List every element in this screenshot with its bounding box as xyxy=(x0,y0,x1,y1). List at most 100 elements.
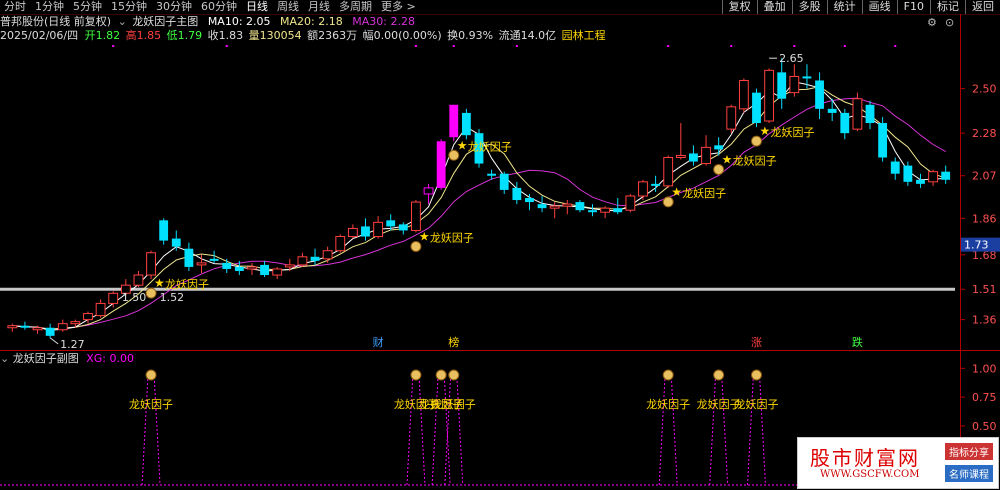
main-indicator-name[interactable]: 龙妖因子主图 xyxy=(132,15,198,28)
tab-period-8[interactable]: 月线 xyxy=(304,0,335,13)
ma10-label: MA10: 2.05 xyxy=(207,15,271,28)
quote-turnover: 换0.93% xyxy=(447,29,494,42)
candle-body xyxy=(903,165,913,182)
sub-signal-label: 龙妖因子 xyxy=(432,397,476,411)
tab-period-2[interactable]: 5分钟 xyxy=(69,0,107,13)
tab-period-4[interactable]: 30分钟 xyxy=(152,0,197,13)
tab-period-9[interactable]: 多周期 xyxy=(335,0,377,13)
candle-body xyxy=(789,75,800,94)
y-tick-label: 1.68 xyxy=(972,249,997,262)
menu-item-6[interactable]: 标记 xyxy=(930,0,965,14)
candle-body xyxy=(146,252,156,276)
tab-period-3[interactable]: 15分钟 xyxy=(107,0,152,13)
candle-body xyxy=(764,69,775,122)
y-tick-label: 2.28 xyxy=(972,127,997,140)
tab-period-6[interactable]: 日线 xyxy=(242,0,273,13)
close-icon[interactable]: ⊙ xyxy=(945,16,954,29)
candle-body xyxy=(638,181,648,197)
candle-body xyxy=(436,141,446,188)
sub-signal-label: 龙妖因子 xyxy=(734,397,778,411)
signal-label: 龙妖因子 xyxy=(165,277,209,291)
candle-body xyxy=(675,154,686,158)
gear-icon[interactable]: ⚙ xyxy=(927,16,937,29)
y-tick-label: 1.51 xyxy=(972,283,997,296)
low-marker-line xyxy=(49,337,59,345)
current-price-label: 1.73 xyxy=(964,239,989,252)
top-dot-marker xyxy=(730,45,733,47)
event-tag: 跌 xyxy=(852,335,863,349)
candle-body xyxy=(171,238,181,247)
quote-sector[interactable]: 园林工程 xyxy=(562,29,606,42)
candle-body xyxy=(57,323,68,331)
signal-label: 龙妖因子 xyxy=(733,153,777,167)
candle-body xyxy=(537,204,547,209)
tab-period-7[interactable]: 周线 xyxy=(273,0,304,13)
menu-item-0[interactable]: 复权 xyxy=(721,0,757,14)
xg-value: XG: 0.00 xyxy=(86,352,134,365)
candle-body xyxy=(738,79,749,110)
y-tick-label: 1.36 xyxy=(972,314,997,327)
y-tick-label: 1.86 xyxy=(972,212,997,225)
tab-period-10[interactable]: 更多 > xyxy=(377,0,421,13)
star-icon: ★ xyxy=(154,276,165,290)
money-bag-icon xyxy=(713,369,725,381)
sub-signal-label: 龙妖因子 xyxy=(394,397,438,411)
candle-body xyxy=(625,195,636,211)
tab-period-0[interactable]: 分时 xyxy=(0,0,31,13)
candle-body xyxy=(512,187,522,201)
quote-date: 2025/02/06/四 xyxy=(0,29,79,42)
candle-body xyxy=(222,262,232,269)
candle-body xyxy=(461,112,471,136)
top-dot-marker xyxy=(225,45,228,47)
candle-body xyxy=(562,203,573,207)
money-bag-icon xyxy=(750,369,762,381)
quote-change: 幅0.00(0.00%) xyxy=(362,29,442,42)
chevron-down-icon[interactable]: ⌄ xyxy=(118,15,127,28)
candle-body xyxy=(7,325,18,329)
money-bag-icon xyxy=(448,149,460,161)
ma30-label: MA30: 2.28 xyxy=(352,15,415,28)
menu-item-7[interactable]: 返回 xyxy=(965,0,1000,14)
signal-label: 龙妖因子 xyxy=(682,186,726,200)
tab-period-1[interactable]: 1分钟 xyxy=(31,0,69,13)
candle-body xyxy=(714,145,724,150)
candle-body xyxy=(159,220,169,241)
kline-chart[interactable]: 2.50 2.28 2.07 1.86 1.68 1.51 1.36 1.73 2.65 1.27… xyxy=(0,0,1000,490)
candle-body xyxy=(941,171,951,180)
quote-low: 低1.79 xyxy=(166,29,203,42)
candle-body xyxy=(133,274,144,286)
menu-item-2[interactable]: 多股 xyxy=(791,0,827,14)
top-toolbar: 分时 1分钟 5分钟 15分钟 30分钟 60分钟 日线 周线 月线 多周期 更多 > 复权 叠加 多股… xyxy=(0,0,1000,15)
current-price-badge xyxy=(961,237,1000,252)
candle-body xyxy=(487,173,497,176)
candle-body xyxy=(95,302,106,317)
menu-item-4[interactable]: 画线 xyxy=(861,0,897,14)
menu-item-1[interactable]: 叠加 xyxy=(756,0,792,14)
candle-body xyxy=(916,179,925,184)
chevron-down-icon[interactable]: ⌄ xyxy=(0,352,9,365)
candle-body xyxy=(865,104,875,124)
watermark-main: 股市财富网 xyxy=(810,446,920,470)
candle-body xyxy=(840,112,850,134)
money-bag-icon xyxy=(145,287,157,299)
sub-indicator-name[interactable]: 龙妖因子副图 xyxy=(13,352,79,365)
candle-body xyxy=(386,220,396,227)
candle-body xyxy=(196,262,207,266)
star-icon: ★ xyxy=(722,152,733,166)
candle-body xyxy=(322,250,333,260)
sub-signal-label: 龙妖因子 xyxy=(129,397,173,411)
y-tick-label: 2.07 xyxy=(972,170,997,183)
top-dot-marker xyxy=(793,45,796,47)
candle-body xyxy=(588,210,597,213)
sub-signal-label: 龙妖因子 xyxy=(419,397,463,411)
candle-body xyxy=(802,76,812,79)
money-bag-icon xyxy=(448,369,460,381)
signal-label: 龙妖因子 xyxy=(770,125,814,139)
top-dot-marker xyxy=(515,45,518,47)
low-marker-label: 1.27 xyxy=(60,338,85,351)
event-tag: 榜 xyxy=(448,335,459,349)
menu-item-3[interactable]: 统计 xyxy=(826,0,862,14)
high-marker-label: 2.65 xyxy=(779,52,804,65)
tab-period-5[interactable]: 60分钟 xyxy=(197,0,242,13)
menu-item-5[interactable]: F10 xyxy=(896,0,930,14)
